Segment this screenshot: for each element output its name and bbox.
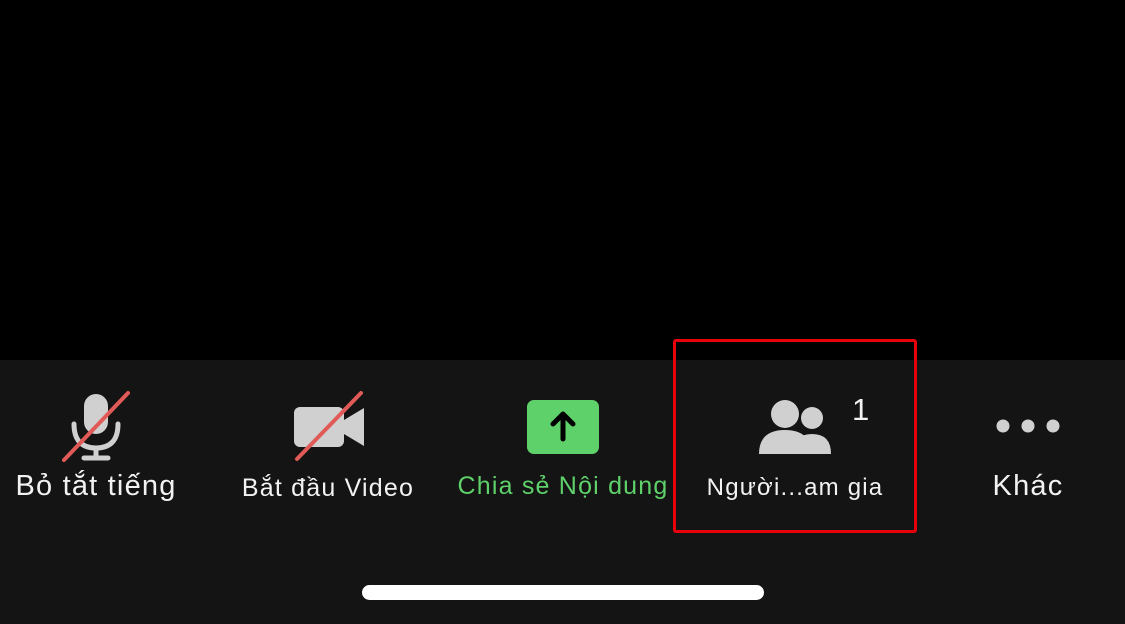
start-video-button[interactable]: Bắt đầu Video [228,360,428,535]
video-camera-off-icon [294,391,364,461]
microphone-off-icon [62,391,130,462]
unmute-label: Bỏ tắt tiếng [15,470,177,502]
share-content-button[interactable]: Chia sẻ Nội dung [448,360,678,535]
start-video-label: Bắt đầu Video [241,474,415,502]
more-button[interactable]: Khác [960,360,1096,535]
participants-button[interactable]: 1 Người...am gia [690,360,900,535]
video-area [0,0,1125,360]
people-icon [759,400,831,454]
meeting-screen: Bỏ tắt tiếng Bắt đầu Video Chia sẻ Nội d… [0,0,1125,624]
participants-label: Người...am gia [706,474,884,501]
unmute-button[interactable]: Bỏ tắt tiếng [0,360,192,535]
participant-count: 1 [852,392,870,427]
share-content-label: Chia sẻ Nội dung [457,472,669,500]
more-label: Khác [992,470,1064,502]
home-indicator[interactable] [362,585,764,600]
share-arrow-icon [527,400,599,454]
more-dots-icon [996,419,1060,433]
